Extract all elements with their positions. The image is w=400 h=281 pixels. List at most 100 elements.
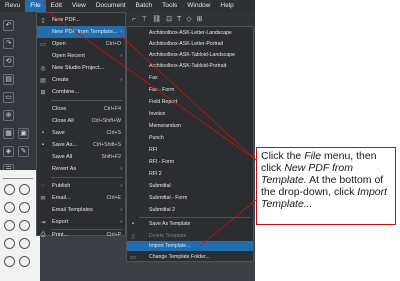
symbol-icon[interactable]: [4, 220, 15, 231]
menu-item-save-as[interactable]: ▪ Save As... Ctrl+Shift+S: [37, 139, 125, 151]
menu-item-open-recent[interactable]: Open Recent ›: [37, 50, 125, 62]
template-item[interactable]: Submittal - Form: [127, 193, 253, 203]
template-label: Submittal - Form: [149, 195, 188, 201]
tools-icon[interactable]: ▦: [3, 128, 14, 139]
rotate-icon[interactable]: ⟲: [3, 56, 14, 67]
menu-file[interactable]: File: [25, 0, 46, 12]
symbol-icon[interactable]: [4, 238, 15, 249]
template-label: Delete Template: [149, 233, 187, 239]
menu-help[interactable]: Help: [215, 0, 238, 12]
symbol-icon[interactable]: [19, 202, 30, 213]
menu-item-new-pdf-from-template[interactable]: New PDF from Template... ›: [37, 26, 125, 38]
symbol-icon[interactable]: [4, 184, 15, 195]
menu-item-create[interactable]: ▤ Create ›: [37, 74, 125, 86]
menu-item-publish[interactable]: ◌ Publish ›: [37, 180, 125, 192]
template-label: Architoolbox-ASK-Letter-Landscape: [149, 30, 232, 36]
template-item[interactable]: Architoolbox-ASK-Tabloid-Landscape: [127, 50, 253, 60]
template-item[interactable]: Fax: [127, 73, 253, 83]
symbol-icon[interactable]: [4, 256, 15, 267]
template-item[interactable]: Architoolbox-ASK-Tabloid-Portrait: [127, 61, 253, 71]
template-item[interactable]: Submittal: [127, 181, 253, 191]
menu-item-shortcut: Ctrl+Shift+W: [91, 118, 121, 124]
menu-item-email-templates[interactable]: Email Templates ›: [37, 204, 125, 216]
menu-item-new-pdf[interactable]: ▯ New PDF...: [37, 14, 125, 26]
highlight-icon[interactable]: ⊤: [141, 15, 147, 23]
link-icon[interactable]: ⛓: [152, 15, 161, 23]
template-item[interactable]: Punch: [127, 133, 253, 143]
menu-item-export[interactable]: ⇥ Export ›: [37, 216, 125, 228]
open-folder-icon: ▭: [40, 41, 46, 48]
menu-item-new-studio-project[interactable]: ◎ New Studio Project...: [37, 62, 125, 74]
redo-icon[interactable]: ↷: [3, 38, 14, 49]
template-item[interactable]: RFI 2: [127, 169, 253, 179]
template-item[interactable]: Architoolbox-ASK-Letter-Landscape: [127, 28, 253, 38]
menu-item-label: Email Templates: [52, 207, 93, 213]
template-item[interactable]: Invoice: [127, 109, 253, 119]
symbol-icon[interactable]: [19, 238, 30, 249]
menu-item-combine[interactable]: ⊞ Combine...: [37, 86, 125, 98]
menu-item-label: New PDF from Template...: [52, 29, 118, 35]
menu-item-label: Revert As: [52, 166, 77, 172]
symbol-icon[interactable]: [19, 256, 30, 267]
menu-tools[interactable]: Tools: [157, 0, 182, 12]
menu-item-label: Combine...: [52, 89, 80, 95]
menu-item-label: Print...: [52, 232, 69, 238]
menu-window[interactable]: Window: [182, 0, 215, 12]
menu-edit[interactable]: Edit: [46, 0, 67, 12]
symbol-icon[interactable]: [19, 184, 30, 195]
template-item[interactable]: RFI: [127, 145, 253, 155]
shape-icon[interactable]: ◇: [186, 15, 191, 23]
symbol-icon[interactable]: [19, 220, 30, 231]
callout-text-file: File: [304, 150, 322, 162]
view-icon[interactable]: ▤: [3, 74, 14, 85]
template-label: Change Template Folder...: [149, 254, 210, 260]
menu-item-open[interactable]: ▭ Open Ctrl+O: [37, 38, 125, 50]
menu-item-save[interactable]: ▪ Save Ctrl+S: [37, 127, 125, 139]
zoom-icon[interactable]: ⊕: [3, 110, 14, 121]
menu-document[interactable]: Document: [91, 0, 131, 12]
menu-item-label: Save As...: [52, 142, 78, 148]
menu-item-shortcut: Ctrl+S: [106, 130, 121, 136]
menu-item-label: Create: [52, 77, 69, 83]
menu-view[interactable]: View: [67, 0, 91, 12]
template-item[interactable]: Memorandum: [127, 121, 253, 131]
menu-item-shortcut: Ctrl+F4: [103, 106, 121, 112]
measure-icon[interactable]: ⊞: [197, 15, 203, 23]
menu-bar: Revu File Edit View Document Batch Tools…: [0, 0, 255, 12]
template-label: Memorandum: [149, 123, 182, 129]
markup-toolbar: ⌐ ⊤ ⛓ ⊡ T ◇ ⊞: [126, 12, 255, 26]
submenu-arrow-icon: ›: [120, 53, 122, 59]
template-item[interactable]: Submittal 2: [127, 205, 253, 215]
menu-item-email[interactable]: ✉ Email... Ctrl+E: [37, 192, 125, 204]
menu-item-close-all[interactable]: Close All Ctrl+Shift+W: [37, 115, 125, 127]
select-icon[interactable]: ▭: [3, 92, 14, 103]
text-icon[interactable]: T: [177, 16, 181, 23]
pen-icon[interactable]: ⌐: [132, 16, 136, 23]
stamp-icon[interactable]: ▣: [18, 128, 29, 139]
template-item[interactable]: Architoolbox-ASK-Letter-Portrait: [127, 39, 253, 49]
menu-item-save-all[interactable]: Save All Shift+F2: [37, 151, 125, 163]
menu-item-import-template[interactable]: Import Template...: [127, 241, 253, 251]
save-as-icon: ▪: [41, 142, 45, 148]
template-item[interactable]: Field Report: [127, 97, 253, 107]
menu-revu[interactable]: Revu: [0, 0, 25, 12]
arrow-tool-icon[interactable]: ↶: [3, 20, 14, 31]
menu-item-close[interactable]: Close Ctrl+F4: [37, 103, 125, 115]
template-label: RFI - Form: [149, 159, 175, 165]
markup-icon[interactable]: ✎: [18, 146, 29, 157]
stamp-icon[interactable]: ⊡: [166, 15, 172, 23]
template-item[interactable]: Fax - Form: [127, 85, 253, 95]
menu-item-print[interactable]: ⎙ Print... Ctrl+P: [37, 229, 125, 241]
symbol-icon[interactable]: [4, 202, 15, 213]
create-icon: ▤: [40, 77, 46, 84]
layers-icon[interactable]: ◈: [3, 146, 14, 157]
template-label: Save As Template: [149, 221, 191, 227]
template-label: Fax: [149, 75, 158, 81]
menu-item-change-template-folder[interactable]: ▭ Change Template Folder...: [127, 252, 253, 262]
menu-item-shortcut: Ctrl+O: [105, 41, 121, 47]
menu-batch[interactable]: Batch: [130, 0, 157, 12]
menu-item-save-as-template[interactable]: ▪ Save As Template: [127, 219, 253, 229]
template-item[interactable]: RFI - Form: [127, 157, 253, 167]
submenu-arrow-icon: ›: [120, 207, 122, 213]
menu-item-revert-as[interactable]: Revert As ›: [37, 163, 125, 175]
